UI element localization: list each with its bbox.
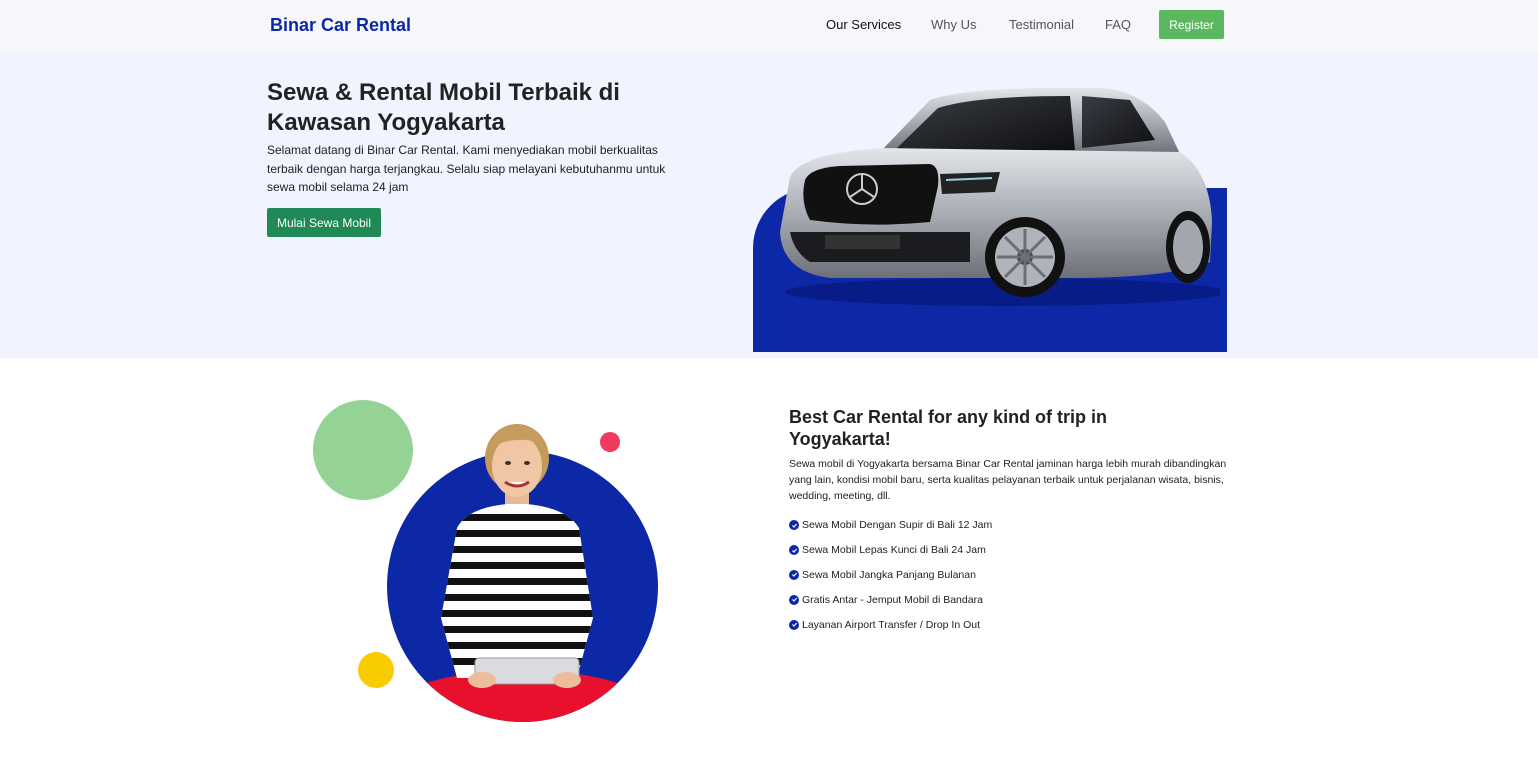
check-circle-icon (789, 594, 799, 605)
hero-description: Selamat datang di Binar Car Rental. Kami… (267, 143, 666, 194)
nav-testimonial[interactable]: Testimonial (1009, 17, 1074, 32)
hero-title: Sewa & Rental Mobil Terbaik di Kawasan Y… (267, 79, 620, 136)
list-item: Sewa Mobil Lepas Kunci di Bali 24 Jam (789, 538, 992, 563)
hero-section: Sewa & Rental Mobil Terbaik di Kawasan Y… (0, 52, 1538, 358)
check-circle-icon (789, 545, 799, 556)
list-item-label: Sewa Mobil Dengan Supir di Bali 12 Jam (802, 519, 993, 532)
nav-our-services[interactable]: Our Services (826, 17, 901, 32)
list-item-label: Sewa Mobil Jangka Panjang Bulanan (802, 568, 976, 581)
list-item-label: Sewa Mobil Lepas Kunci di Bali 24 Jam (802, 544, 986, 557)
car-image (780, 87, 1220, 306)
list-item: Sewa Mobil Dengan Supir di Bali 12 Jam (789, 513, 992, 538)
why-us-description: Sewa mobil di Yogyakarta bersama Binar C… (789, 458, 1227, 502)
nav-faq[interactable]: FAQ (1105, 17, 1131, 32)
check-circle-icon (789, 619, 799, 630)
check-circle-icon (789, 520, 799, 531)
list-item-label: Gratis Antar - Jemput Mobil di Bandara (802, 593, 983, 606)
navbar: Binar Car Rental Our Services Why Us Tes… (0, 0, 1538, 52)
start-rent-button[interactable]: Mulai Sewa Mobil (267, 208, 381, 237)
list-item: Sewa Mobil Jangka Panjang Bulanan (789, 563, 992, 588)
nav-why-us[interactable]: Why Us (931, 17, 977, 32)
check-circle-icon (789, 569, 799, 580)
why-us-list: Sewa Mobil Dengan Supir di Bali 12 Jam S… (789, 513, 992, 637)
woman-image (387, 424, 658, 722)
why-us-title: Best Car Rental for any kind of trip in … (789, 407, 1108, 449)
why-us-section: Best Car Rental for any kind of trip in … (0, 358, 1538, 775)
list-item: Layanan Airport Transfer / Drop In Out (789, 612, 992, 637)
brand-logo[interactable]: Binar Car Rental (270, 15, 411, 36)
register-button[interactable]: Register (1159, 10, 1224, 39)
list-item: Gratis Antar - Jemput Mobil di Bandara (789, 587, 992, 612)
list-item-label: Layanan Airport Transfer / Drop In Out (802, 618, 981, 631)
